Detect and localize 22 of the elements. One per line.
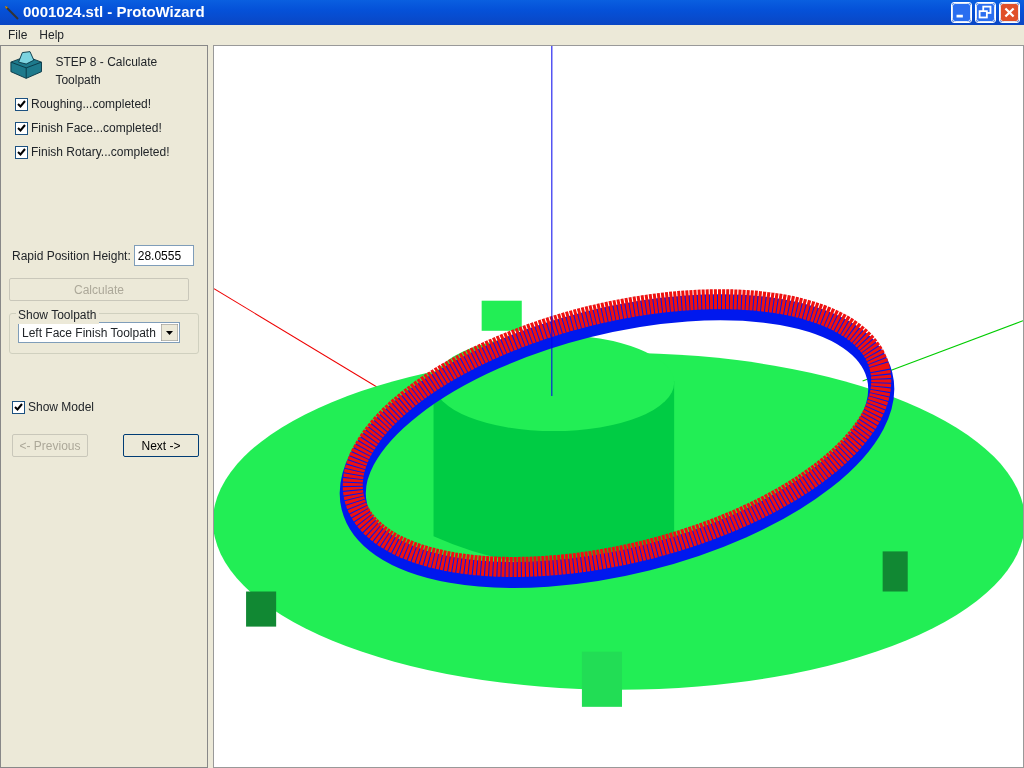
- menu-item[interactable]: File: [2, 24, 34, 46]
- checkbox[interactable]: [15, 121, 28, 135]
- rapid-height-field[interactable]: 28.0555: [133, 245, 194, 266]
- window-title: 0001024.stl - ProtoWizard: [23, 2, 205, 23]
- menu-item[interactable]: Help: [33, 24, 71, 46]
- checkbox-label: Roughing...completed!: [31, 96, 152, 113]
- checkbox-label: Finish Rotary...completed!: [31, 144, 170, 161]
- field-label: Rapid Position Height:: [12, 247, 131, 265]
- checkbox-label: Finish Face...completed!: [31, 120, 162, 137]
- checkbox[interactable]: [15, 97, 28, 111]
- app-icon: [4, 4, 20, 21]
- toolpath-dropdown[interactable]: Left Face Finish Toolpath: [18, 322, 180, 343]
- checkbox-label: Show Model: [28, 399, 95, 416]
- close-button[interactable]: [999, 2, 1020, 23]
- next-button[interactable]: Next ->: [123, 434, 199, 457]
- restore-button[interactable]: [975, 2, 996, 23]
- checkbox[interactable]: [12, 400, 25, 414]
- step-title: STEP 8 - Calculate Toolpath: [55, 54, 159, 89]
- minimize-button[interactable]: [951, 2, 972, 23]
- cube-icon: [9, 50, 44, 80]
- checkbox[interactable]: [15, 145, 28, 159]
- dropdown-arrow-icon: [161, 324, 178, 341]
